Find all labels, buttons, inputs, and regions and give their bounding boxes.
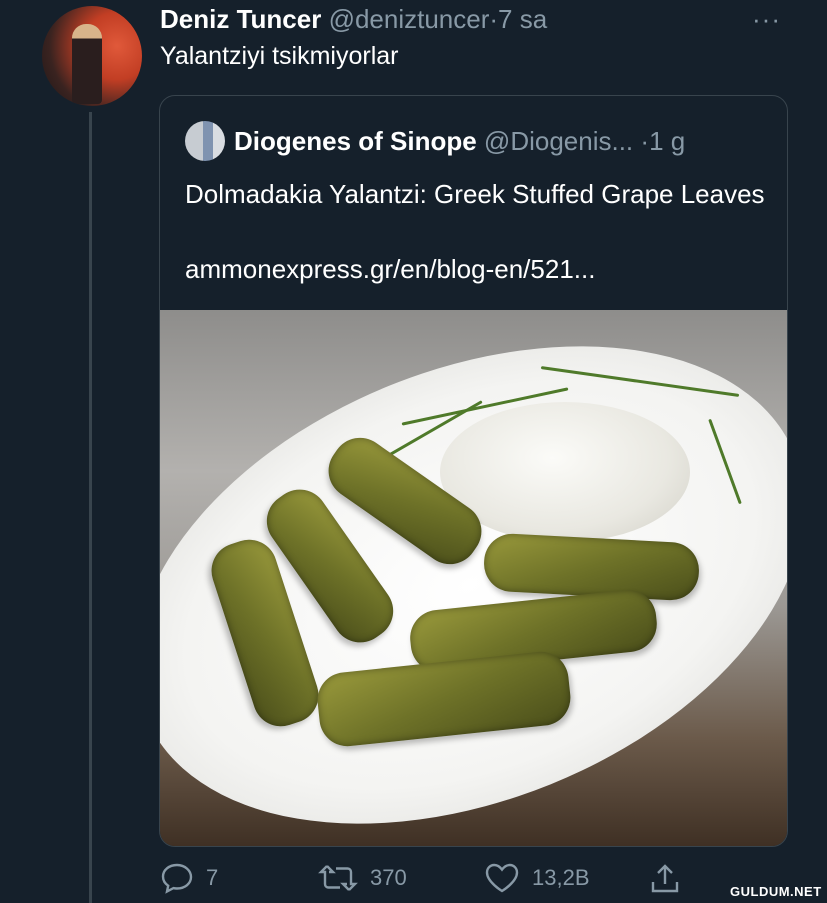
retweet-icon	[318, 865, 358, 891]
separator-dot: ·	[489, 4, 499, 34]
quoted-author-avatar[interactable]	[185, 121, 225, 161]
quoted-author-handle[interactable]: @Diogenis...	[484, 126, 633, 156]
share-icon	[651, 864, 679, 893]
heart-icon	[485, 863, 519, 893]
action-bar: 7 370 13,2B	[160, 862, 780, 898]
quoted-tweet-card[interactable]: Diogenes of Sinope @Diogenis... ·1 g Dol…	[159, 95, 788, 847]
author-avatar[interactable]	[42, 6, 142, 106]
like-button[interactable]: 13,2B	[484, 862, 590, 894]
quoted-header: Diogenes of Sinope @Diogenis... ·1 g	[234, 126, 685, 157]
share-button[interactable]	[648, 862, 682, 896]
thread-line	[89, 112, 92, 903]
quoted-link[interactable]: ammonexpress.gr/en/blog-en/521...	[185, 254, 595, 285]
quoted-image[interactable]	[160, 254, 787, 846]
watermark: GULDUM.NET	[730, 884, 822, 899]
quoted-text: Dolmadakia Yalantzi: Greek Stuffed Grape…	[185, 179, 765, 209]
author-handle[interactable]: @deniztuncer	[329, 4, 490, 34]
reply-button[interactable]: 7	[160, 862, 218, 894]
quoted-author-name[interactable]: Diogenes of Sinope	[234, 126, 477, 156]
reply-count: 7	[206, 865, 219, 890]
reply-icon	[161, 863, 193, 894]
dolma	[482, 532, 701, 602]
more-options-button[interactable]: ···	[752, 4, 781, 35]
tweet-time[interactable]: 7 sa	[498, 4, 547, 34]
like-count: 13,2B	[532, 865, 590, 890]
separator-dot: ·	[640, 126, 650, 156]
quoted-time[interactable]: 1 g	[649, 126, 685, 156]
retweet-count: 370	[370, 865, 407, 890]
tweet-header: Deniz Tuncer @deniztuncer·7 sa	[160, 4, 547, 35]
retweet-button[interactable]: 370	[318, 862, 407, 894]
tweet-text: Yalantziyi tsikmiyorlar	[160, 42, 399, 70]
author-name[interactable]: Deniz Tuncer	[160, 4, 321, 34]
